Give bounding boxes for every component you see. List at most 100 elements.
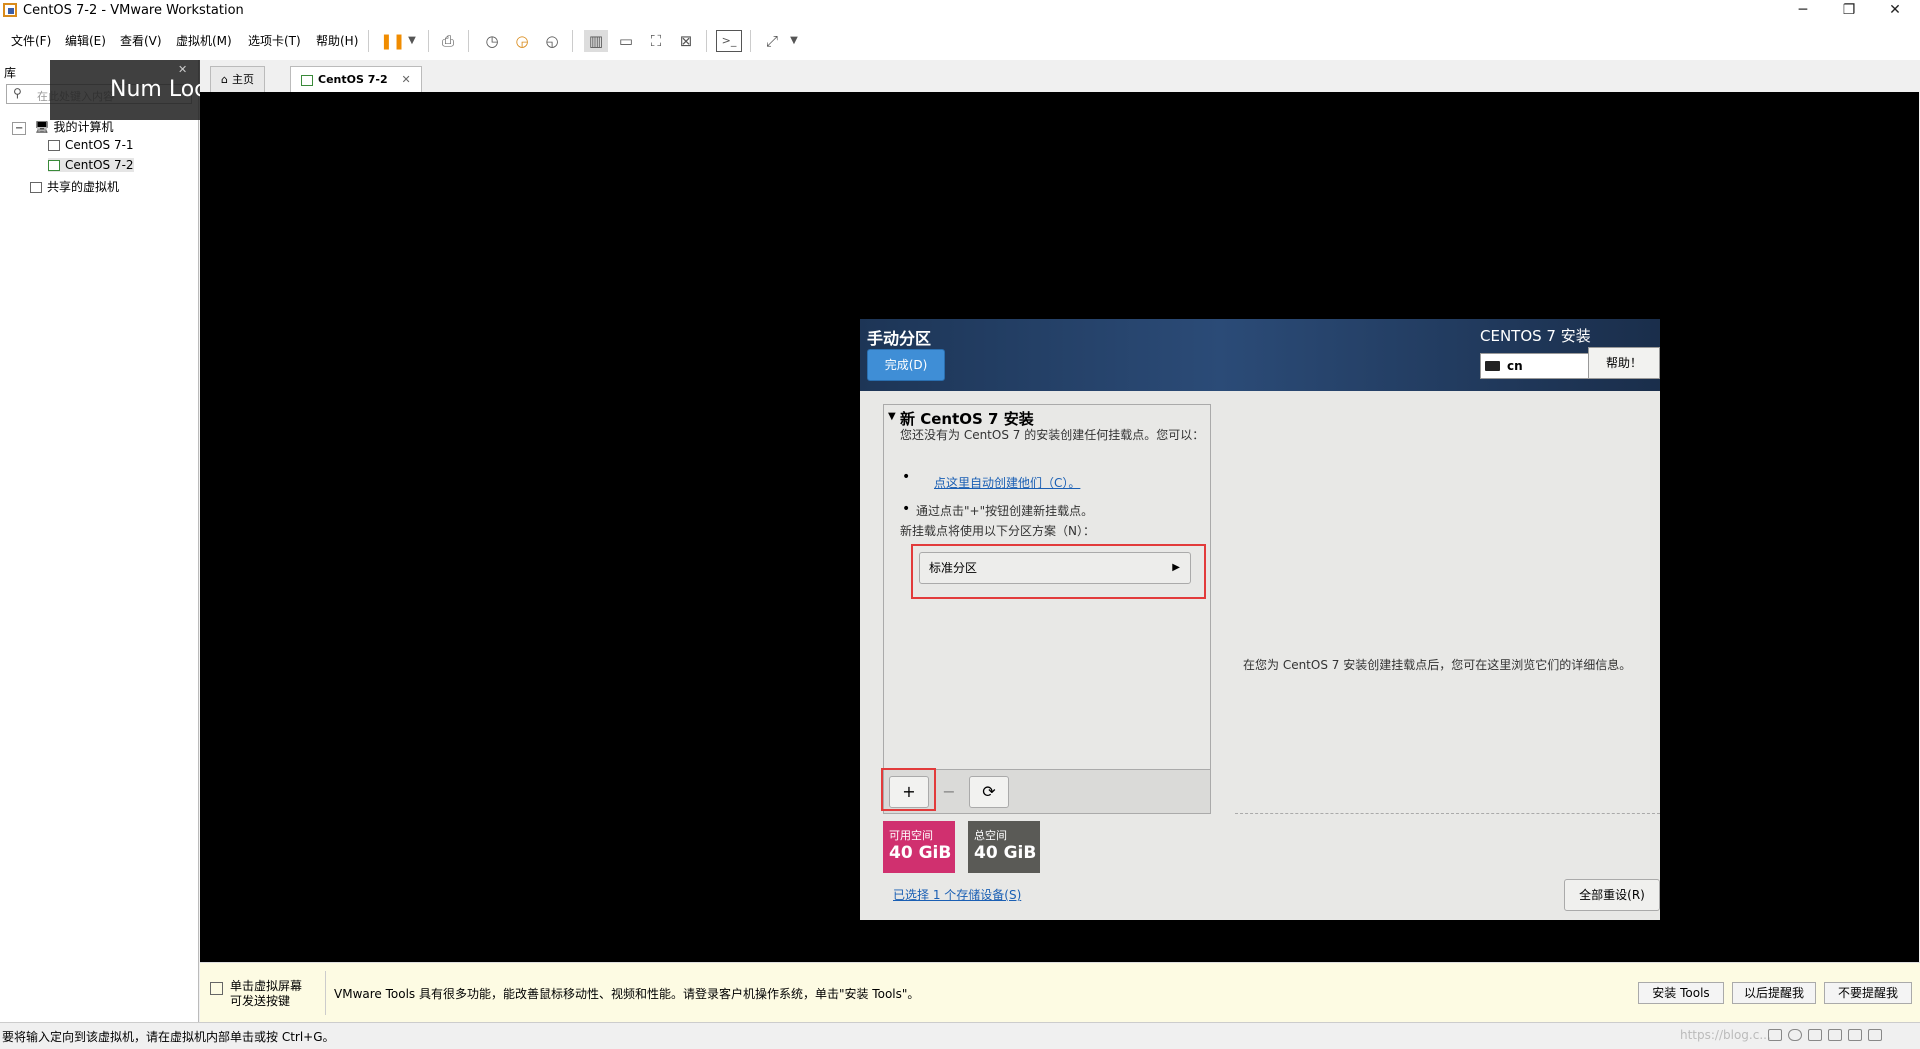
chevron-down-icon[interactable]: ▼ [400,30,424,52]
library-title: 库 [4,66,17,80]
click-hint: 单击虚拟屏幕 可发送按键 [230,979,302,1009]
console-icon[interactable]: >_ [716,30,742,52]
tools-message: VMware Tools 具有很多功能，能改善鼠标移动性、视频和性能。请登录客户… [334,987,920,1001]
toolbar-separator [706,30,707,52]
toolbar-separator [468,30,469,52]
home-icon: ⌂ [221,73,228,86]
tree-my-computer[interactable]: − 🖥 我的计算机 [12,118,113,135]
divider [1235,813,1660,814]
toolbar-separator [428,30,429,52]
vm-screen[interactable]: 手动分区 完成(D) CENTOS 7 安装 cn 帮助！ ▼ 新 CentOS… [200,92,1919,962]
unity-icon[interactable]: ⊠ [674,30,698,52]
tree-label: CentOS 7-1 [65,138,134,152]
section-title: 新 CentOS 7 安装 [900,410,1034,428]
total-space-box: 总空间 40 GiB [968,821,1040,873]
bullet-icon: • [902,469,911,485]
snapshot-manager-icon[interactable]: ◵ [540,30,564,52]
vm-running-icon [48,160,60,171]
stretch-icon[interactable]: ⤢ [760,30,784,52]
keyboard-layout-indicator[interactable]: cn [1480,353,1590,379]
tree-label: 我的计算机 [53,120,114,134]
search-icon: ⚲ [13,86,22,100]
page-title: 手动分区 [867,329,932,348]
add-mount-point-button[interactable]: + [889,776,929,808]
partition-scheme-value: 标准分区 [929,561,978,575]
shared-vm-icon [30,182,42,193]
keyboard-hint-icon [210,982,223,995]
collapse-icon[interactable]: − [12,122,27,135]
click-hint-line2: 可发送按键 [230,994,291,1008]
chevron-right-icon: ▶ [1172,562,1180,573]
refresh-button[interactable]: ⟳ [969,776,1009,808]
sound-icon[interactable] [1848,1029,1862,1041]
minimize-button[interactable]: ─ [1780,0,1826,22]
display-icon[interactable] [1868,1029,1882,1041]
vmware-tools-notification: 单击虚拟屏幕 可发送按键 VMware Tools 具有很多功能，能改善鼠标移动… [200,962,1920,1023]
tree-shared-vms[interactable]: 共享的虚拟机 [30,178,119,195]
install-tools-button[interactable]: 安装 Tools [1638,982,1724,1004]
status-bar: 要将输入定向到该虚拟机，请在虚拟机内部单击或按 Ctrl+G。 https://… [0,1022,1920,1049]
tab-centos-7-2[interactable]: CentOS 7-2 ✕ [290,66,422,93]
usb-icon[interactable] [1828,1029,1842,1041]
full-screen-icon[interactable]: ⛶ [644,30,668,52]
library-close-icon[interactable]: ✕ [178,40,187,100]
send-ctrl-alt-del-icon[interactable]: ⎙ [436,30,460,52]
tab-strip: ⌂ 主页 CentOS 7-2 ✕ [200,60,1920,93]
cd-drive-icon[interactable] [1788,1029,1802,1041]
restore-button[interactable]: ❐ [1826,0,1872,22]
mount-points-pane: ▼ 新 CentOS 7 安装 您还没有为 CentOS 7 的安装创建任何挂载… [883,404,1211,814]
revert-snapshot-icon[interactable]: ◶ [510,30,534,52]
tab-label: CentOS 7-2 [318,73,388,86]
close-tab-icon[interactable]: ✕ [401,73,410,86]
menu-bar: 文件(F) 编辑(E) 查看(V) 虚拟机(M) 选项卡(T) 帮助(H) ❚❚… [0,22,1920,61]
show-library-icon[interactable]: ▥ [584,30,608,52]
keyboard-layout-label: cn [1507,359,1523,373]
menu-tabs[interactable]: 选项卡(T) [248,32,301,49]
remove-mount-point-button[interactable]: − [929,776,969,808]
snapshot-icon[interactable]: ◷ [480,30,504,52]
close-button[interactable]: ✕ [1872,0,1918,22]
never-remind-button[interactable]: 不要提醒我 [1824,982,1912,1004]
menu-view[interactable]: 查看(V) [120,32,162,49]
available-space-label: 可用空间 [889,829,933,842]
network-icon[interactable] [1808,1029,1822,1041]
watermark: https://blog.c... [1680,1028,1771,1042]
expander-icon[interactable]: ▼ [888,411,896,422]
installer-dialog: 手动分区 完成(D) CENTOS 7 安装 cn 帮助！ ▼ 新 CentOS… [860,319,1660,920]
keyboard-icon [1485,361,1500,371]
scheme-label: 新挂载点将使用以下分区方案（N）： [900,524,1095,538]
tree-vm-centos-7-1[interactable]: CentOS 7-1 [48,138,134,152]
partition-scheme-dropdown[interactable]: 标准分区 ▶ [919,552,1191,584]
reset-all-button[interactable]: 全部重设(R) [1564,879,1660,911]
menu-edit[interactable]: 编辑(E) [65,32,106,49]
thumbnail-bar-icon[interactable]: ▭ [614,30,638,52]
installer-header: 手动分区 完成(D) CENTOS 7 安装 cn 帮助！ [860,319,1660,391]
tab-home[interactable]: ⌂ 主页 [210,66,265,93]
done-button[interactable]: 完成(D) [867,349,945,381]
divider [325,971,326,1015]
chevron-down-icon[interactable]: ▼ [782,30,806,52]
menu-file[interactable]: 文件(F) [11,32,51,49]
vm-icon [48,140,60,151]
auto-create-link[interactable]: 点这里自动创建他们（C）。 [934,474,1080,491]
status-text: 要将输入定向到该虚拟机，请在虚拟机内部单击或按 Ctrl+G。 [2,1030,335,1044]
storage-devices-link[interactable]: 已选择 1 个存储设备(S) [893,886,1021,903]
title-bar: CentOS 7-2 - VMware Workstation ─ ❐ ✕ [0,0,1920,22]
toolbar-separator [572,30,573,52]
help-button[interactable]: 帮助！ [1588,347,1660,379]
toolbar-separator [368,30,369,52]
partition-actions-bar: + − ⟳ [881,768,1211,814]
tree-label: CentOS 7-2 [65,158,134,172]
menu-help[interactable]: 帮助(H) [316,32,358,49]
intro-text: 您还没有为 CentOS 7 的安装创建任何挂载点。您可以： [900,428,1205,442]
tree-vm-centos-7-2[interactable]: CentOS 7-2 [48,158,134,172]
window-title: CentOS 7-2 - VMware Workstation [23,3,244,18]
manual-hint: 通过点击"+"按钮创建新挂载点。 [916,504,1094,518]
remind-later-button[interactable]: 以后提醒我 [1732,982,1816,1004]
click-hint-line1: 单击虚拟屏幕 [230,979,303,993]
vm-running-icon [301,74,313,86]
available-space-value: 40 GiB [889,843,952,863]
tab-label: 主页 [231,73,254,86]
bullet-icon: • [902,501,911,517]
hard-disk-icon[interactable] [1768,1029,1782,1041]
